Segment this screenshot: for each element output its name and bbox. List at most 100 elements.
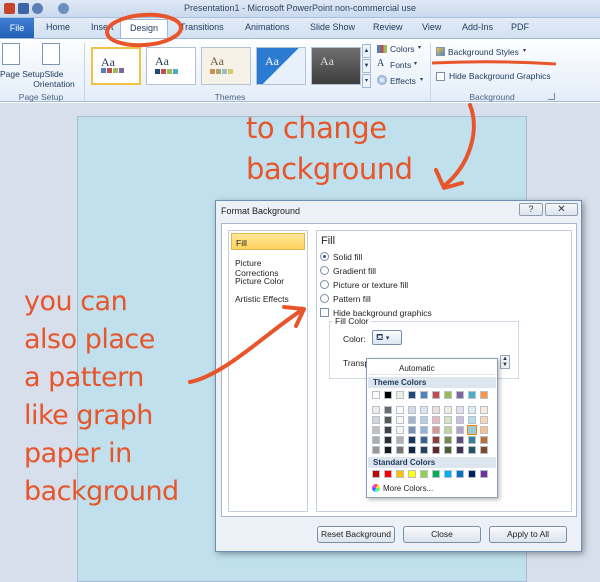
background-styles-button[interactable]: Background Styles	[448, 47, 519, 57]
themes-scroll-up-icon[interactable]: ▲	[362, 44, 371, 58]
hide-graphics-checkbox[interactable]	[320, 308, 329, 317]
theme-color-swatch[interactable]	[396, 436, 404, 444]
theme-color-swatch[interactable]	[384, 426, 392, 434]
close-button[interactable]: Close	[403, 526, 481, 543]
theme-color-swatch[interactable]	[384, 416, 392, 424]
tab-home[interactable]: Home	[46, 22, 70, 32]
theme-color-swatch[interactable]	[480, 446, 488, 454]
theme-color-swatch[interactable]	[456, 416, 464, 424]
help-button[interactable]: ?	[519, 203, 543, 216]
standard-color-swatch[interactable]	[420, 470, 428, 478]
hide-background-graphics-checkbox[interactable]	[436, 72, 445, 81]
theme-color-swatch[interactable]	[372, 436, 380, 444]
theme-color-swatch[interactable]	[420, 446, 428, 454]
close-icon[interactable]: ✕	[545, 203, 578, 216]
theme-color-swatch[interactable]	[444, 426, 452, 434]
theme-color-swatch[interactable]	[432, 391, 440, 399]
theme-color-swatch[interactable]	[432, 416, 440, 424]
theme-color-swatch[interactable]	[420, 436, 428, 444]
theme-color-swatch[interactable]	[456, 391, 464, 399]
theme-color-swatch[interactable]	[432, 426, 440, 434]
picture-fill-radio[interactable]	[320, 280, 329, 289]
theme-color-swatch[interactable]	[480, 391, 488, 399]
theme-color-swatch[interactable]	[420, 426, 428, 434]
theme-color-swatch[interactable]	[372, 391, 380, 399]
theme-color-swatch[interactable]	[456, 446, 464, 454]
theme-color-swatch[interactable]	[444, 391, 452, 399]
theme-color-swatch[interactable]	[467, 425, 477, 435]
theme-color-swatch[interactable]	[408, 446, 416, 454]
nav-item-picture-corrections[interactable]: Picture Corrections	[231, 254, 305, 278]
theme-thumb-3[interactable]: Aa	[201, 47, 251, 85]
standard-color-swatch[interactable]	[444, 470, 452, 478]
theme-color-swatch[interactable]	[408, 436, 416, 444]
theme-thumb-office[interactable]: Aa	[91, 47, 141, 85]
theme-thumb-2[interactable]: Aa	[146, 47, 196, 85]
effects-button[interactable]: Effects	[390, 76, 416, 86]
theme-color-swatch[interactable]	[480, 406, 488, 414]
theme-color-swatch[interactable]	[432, 446, 440, 454]
nav-item-artistic-effects[interactable]: Artistic Effects	[231, 290, 305, 307]
theme-color-swatch[interactable]	[408, 406, 416, 414]
theme-color-swatch[interactable]	[456, 426, 464, 434]
standard-color-swatch[interactable]	[408, 470, 416, 478]
theme-color-swatch[interactable]	[420, 406, 428, 414]
theme-color-swatch[interactable]	[480, 426, 488, 434]
standard-color-swatch[interactable]	[480, 470, 488, 478]
tab-transitions[interactable]: Transitions	[180, 22, 224, 32]
theme-color-swatch[interactable]	[468, 406, 476, 414]
effects-dropdown-icon[interactable]: ▾	[420, 76, 423, 83]
background-styles-dropdown-icon[interactable]: ▾	[523, 47, 526, 54]
tab-insert[interactable]: Insert	[91, 22, 114, 32]
standard-color-swatch[interactable]	[396, 470, 404, 478]
transparency-spinner[interactable]: ▲ ▼	[500, 355, 510, 369]
theme-color-swatch[interactable]	[432, 436, 440, 444]
theme-thumb-4[interactable]: Aa	[256, 47, 306, 85]
theme-color-swatch[interactable]	[396, 426, 404, 434]
theme-color-swatch[interactable]	[444, 416, 452, 424]
theme-color-swatch[interactable]	[444, 436, 452, 444]
fonts-button[interactable]: Fonts	[390, 60, 411, 70]
themes-scroll-down-icon[interactable]: ▼	[362, 59, 371, 73]
theme-color-swatch[interactable]	[420, 391, 428, 399]
fonts-dropdown-icon[interactable]: ▾	[414, 60, 417, 67]
theme-color-swatch[interactable]	[372, 416, 380, 424]
gradient-fill-option[interactable]: Gradient fill	[320, 266, 376, 276]
reset-background-button[interactable]: Reset Background	[317, 526, 395, 543]
color-picker-button[interactable]: ⛾ ▾	[372, 330, 402, 345]
tab-file[interactable]: File	[0, 18, 34, 38]
page-setup-button[interactable]: Page Setup	[0, 69, 44, 79]
theme-color-swatch[interactable]	[396, 416, 404, 424]
tab-view[interactable]: View	[422, 22, 441, 32]
tab-slide-show[interactable]: Slide Show	[310, 22, 355, 32]
tab-review[interactable]: Review	[373, 22, 403, 32]
solid-fill-radio[interactable]	[320, 252, 329, 261]
theme-color-swatch[interactable]	[432, 406, 440, 414]
theme-color-swatch[interactable]	[384, 446, 392, 454]
tab-pdf[interactable]: PDF	[511, 22, 529, 32]
dialog-launcher-icon[interactable]	[548, 93, 555, 100]
theme-color-swatch[interactable]	[384, 436, 392, 444]
slide-orientation-button[interactable]: Slide Orientation	[28, 69, 80, 89]
theme-color-swatch[interactable]	[372, 406, 380, 414]
themes-more-icon[interactable]: ▾	[362, 74, 371, 88]
theme-color-swatch[interactable]	[480, 416, 488, 424]
nav-item-picture-color[interactable]: Picture Color	[231, 272, 305, 289]
theme-color-swatch[interactable]	[372, 446, 380, 454]
theme-color-swatch[interactable]	[408, 416, 416, 424]
tab-animations[interactable]: Animations	[245, 22, 290, 32]
standard-color-swatch[interactable]	[456, 470, 464, 478]
more-colors-option[interactable]: More Colors...	[372, 484, 433, 493]
standard-color-swatch[interactable]	[372, 470, 380, 478]
theme-color-swatch[interactable]	[396, 391, 404, 399]
theme-color-swatch[interactable]	[384, 391, 392, 399]
theme-color-swatch[interactable]	[468, 436, 476, 444]
pattern-fill-radio[interactable]	[320, 294, 329, 303]
automatic-color-option[interactable]: Automatic	[369, 361, 495, 375]
standard-color-swatch[interactable]	[384, 470, 392, 478]
theme-color-swatch[interactable]	[408, 426, 416, 434]
theme-color-swatch[interactable]	[384, 406, 392, 414]
theme-thumb-5[interactable]: Aa	[311, 47, 361, 85]
theme-color-swatch[interactable]	[468, 391, 476, 399]
nav-item-fill[interactable]: Fill	[231, 233, 305, 250]
